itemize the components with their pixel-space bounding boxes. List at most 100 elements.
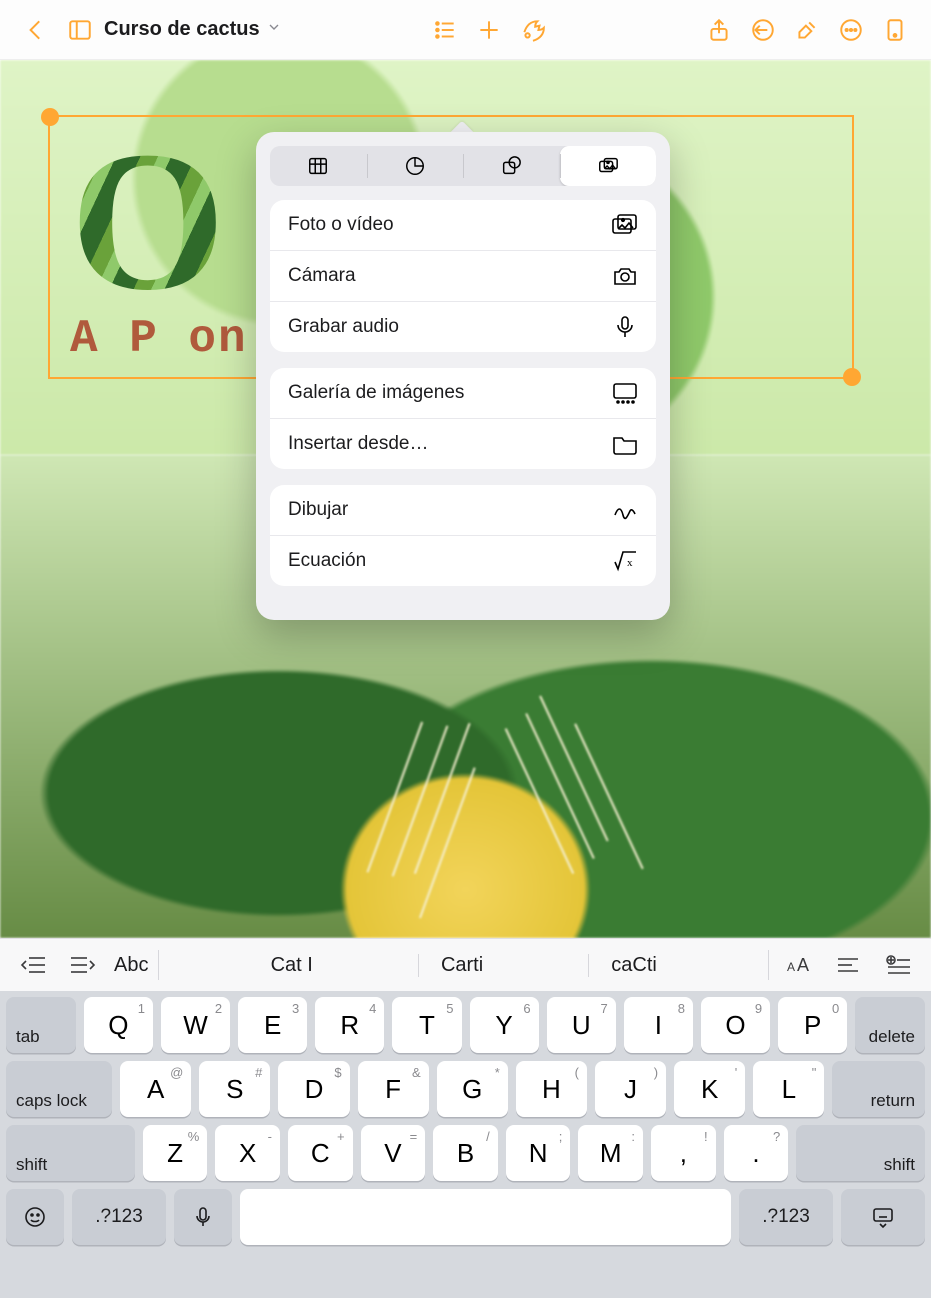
tab-tables[interactable]	[270, 146, 367, 186]
sidebar-toggle-button[interactable]	[61, 11, 99, 49]
more-button[interactable]	[832, 11, 870, 49]
tab-media[interactable]	[560, 146, 657, 186]
insert-popover: Foto o vídeo Cámara Grabar audio Gal	[256, 132, 670, 620]
menu-item-label: Insertar desde…	[288, 433, 428, 455]
suggestions: Cat I Carti caCti	[165, 954, 762, 977]
key-numbers-right[interactable]: .?123	[739, 1189, 833, 1245]
svg-text:A: A	[797, 955, 809, 975]
tab-charts[interactable]	[367, 146, 464, 186]
indent-right-icon[interactable]	[60, 945, 106, 985]
key-return[interactable]: return	[832, 1061, 925, 1117]
key-J[interactable]: )J	[595, 1061, 666, 1117]
key-W[interactable]: 2W	[161, 997, 230, 1053]
key-I[interactable]: 8I	[624, 997, 693, 1053]
share-button[interactable]	[700, 11, 738, 49]
key-O[interactable]: 9O	[701, 997, 770, 1053]
undo-button[interactable]	[744, 11, 782, 49]
key-G[interactable]: *G	[437, 1061, 508, 1117]
menu-image-gallery[interactable]: Galería de imágenes	[270, 368, 656, 418]
gallery-icon	[612, 382, 638, 404]
key-H[interactable]: (H	[516, 1061, 587, 1117]
menu-draw[interactable]: Dibujar	[270, 485, 656, 535]
menu-record-audio[interactable]: Grabar audio	[270, 301, 656, 352]
indent-left-icon[interactable]	[10, 945, 56, 985]
keyboard-row-2: caps lock @A #S $D &F *G (H )J 'K "L ret…	[6, 1061, 925, 1117]
align-icon[interactable]	[825, 945, 871, 985]
key-shift-right[interactable]: shift	[796, 1125, 925, 1181]
key-period[interactable]: ?.	[724, 1125, 789, 1181]
scribble-icon	[612, 499, 638, 521]
document-title: Curso de cactus	[104, 18, 260, 41]
abc-label[interactable]: Abc	[110, 954, 152, 977]
key-K[interactable]: 'K	[674, 1061, 745, 1117]
photo-video-icon	[612, 214, 638, 236]
document-title-dropdown[interactable]: Curso de cactus	[104, 18, 282, 41]
key-P[interactable]: 0P	[778, 997, 847, 1053]
key-delete[interactable]: delete	[855, 997, 925, 1053]
key-dictation[interactable]	[174, 1189, 232, 1245]
key-S[interactable]: #S	[199, 1061, 270, 1117]
menu-photo-video[interactable]: Foto o vídeo	[270, 200, 656, 250]
key-D[interactable]: $D	[278, 1061, 349, 1117]
camera-icon	[612, 265, 638, 287]
key-R[interactable]: 4R	[315, 997, 384, 1053]
back-button[interactable]	[17, 11, 55, 49]
menu-item-label: Dibujar	[288, 499, 348, 521]
document-options-button[interactable]	[876, 11, 914, 49]
key-numbers-left[interactable]: .?123	[72, 1189, 166, 1245]
suggestion-2[interactable]: Carti	[418, 954, 505, 977]
key-emoji[interactable]	[6, 1189, 64, 1245]
key-Y[interactable]: 6Y	[470, 997, 539, 1053]
keyboard-row-3: shift %Z -X +C =V /B ;N :M !, ?. shift	[6, 1125, 925, 1181]
insert-segmented-control	[270, 146, 656, 186]
chevron-down-icon	[266, 18, 282, 41]
menu-item-label: Foto o vídeo	[288, 214, 394, 236]
square-root-icon: x	[612, 550, 638, 572]
key-A[interactable]: @A	[120, 1061, 191, 1117]
key-X[interactable]: -X	[215, 1125, 280, 1181]
insert-button[interactable]	[470, 11, 508, 49]
menu-item-label: Cámara	[288, 265, 356, 287]
key-Q[interactable]: 1Q	[84, 997, 153, 1053]
tab-shapes[interactable]	[463, 146, 560, 186]
key-M[interactable]: :M	[578, 1125, 643, 1181]
document-canvas[interactable]: O ti A P on Foto o vídeo	[0, 60, 931, 938]
key-B[interactable]: /B	[433, 1125, 498, 1181]
menu-item-label: Ecuación	[288, 550, 366, 572]
shortcut-bar: Abc Cat I Carti caCti AA	[0, 938, 931, 991]
menu-group-3: Dibujar Ecuación x	[270, 485, 656, 586]
text-size-icon[interactable]: AA	[775, 945, 821, 985]
key-T[interactable]: 5T	[392, 997, 461, 1053]
menu-insert-from[interactable]: Insertar desde…	[270, 418, 656, 469]
key-U[interactable]: 7U	[547, 997, 616, 1053]
insert-inline-icon[interactable]	[875, 945, 921, 985]
key-tab[interactable]: tab	[6, 997, 76, 1053]
key-space[interactable]	[240, 1189, 731, 1245]
key-V[interactable]: =V	[361, 1125, 426, 1181]
menu-camera[interactable]: Cámara	[270, 250, 656, 301]
list-view-button[interactable]	[426, 11, 464, 49]
key-hide-keyboard[interactable]	[841, 1189, 925, 1245]
keyboard-area: Abc Cat I Carti caCti AA tab 1Q 2W 3E 4R…	[0, 938, 931, 1298]
collaborate-button[interactable]	[514, 11, 552, 49]
key-C[interactable]: +C	[288, 1125, 353, 1181]
key-F[interactable]: &F	[358, 1061, 429, 1117]
toolbar: Curso de cactus	[0, 0, 931, 60]
separator	[768, 950, 769, 980]
key-E[interactable]: 3E	[238, 997, 307, 1053]
suggestion-1[interactable]: Cat I	[249, 954, 335, 977]
format-brush-button[interactable]	[788, 11, 826, 49]
microphone-icon	[612, 316, 638, 338]
keyboard: tab 1Q 2W 3E 4R 5T 6Y 7U 8I 9O 0P delete…	[0, 991, 931, 1298]
key-comma[interactable]: !,	[651, 1125, 716, 1181]
key-N[interactable]: ;N	[506, 1125, 571, 1181]
suggestion-3[interactable]: caCti	[588, 954, 679, 977]
keyboard-row-4: .?123 .?123	[6, 1189, 925, 1245]
key-L[interactable]: "L	[753, 1061, 824, 1117]
menu-item-label: Galería de imágenes	[288, 382, 464, 404]
key-Z[interactable]: %Z	[143, 1125, 208, 1181]
key-caps-lock[interactable]: caps lock	[6, 1061, 112, 1117]
separator	[158, 950, 159, 980]
menu-equation[interactable]: Ecuación x	[270, 535, 656, 586]
key-shift-left[interactable]: shift	[6, 1125, 135, 1181]
